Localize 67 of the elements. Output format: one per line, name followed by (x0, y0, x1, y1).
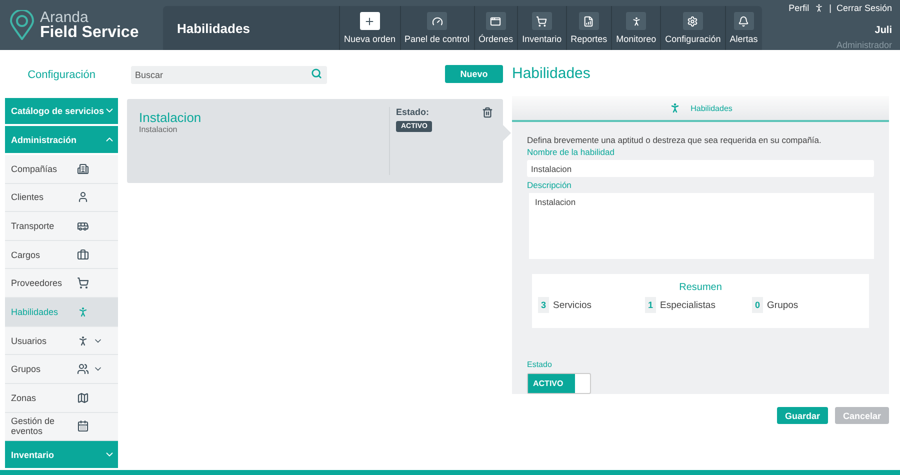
logo-text: Aranda (40, 10, 88, 24)
count-label: Grupos (767, 300, 798, 310)
search-icon (311, 68, 322, 79)
description-textarea[interactable]: Instalacion (529, 193, 874, 259)
nav-item[interactable]: Órdenes (474, 6, 518, 50)
user-name: Juli (874, 25, 892, 36)
sidebar-item[interactable]: Proveedores (5, 269, 118, 298)
separator: | (829, 3, 832, 13)
count-value: 1 (645, 297, 656, 313)
person-icon (77, 334, 89, 347)
sidebar-item[interactable]: Compañías (5, 154, 118, 184)
count-value: 0 (752, 297, 764, 313)
nav-item[interactable]: Inventario (517, 6, 566, 50)
bus-icon (77, 220, 89, 232)
sidebar-item[interactable]: Grupos (5, 355, 118, 384)
nav-item[interactable]: Monitoreo (611, 6, 660, 50)
trash-icon[interactable] (482, 107, 493, 118)
field-label: Estado (527, 360, 553, 369)
people-icon (77, 363, 89, 376)
logout-link[interactable]: Cerrar Sesión (836, 3, 892, 13)
section-heading: Habilidades (512, 64, 592, 84)
logo-icon (10, 10, 34, 40)
count-label: Especialistas (660, 300, 716, 310)
sidebar-item[interactable]: Clientes (5, 184, 118, 212)
calendar-icon (77, 420, 89, 432)
logo-text: Field Service (40, 24, 139, 40)
briefcase-icon (77, 248, 89, 261)
sidebar-item[interactable]: Transporte (5, 212, 118, 241)
user-role: Administrador (836, 40, 892, 50)
card-title: Instalacion (139, 110, 202, 125)
intro-text: Defina brevemente una aptitud o destreza que sea requerida en su compañía. (527, 135, 822, 145)
count-label: Servicios (553, 300, 592, 310)
gauge-icon (432, 16, 443, 26)
settings-icon (687, 16, 698, 26)
status-label: Estado: (396, 107, 430, 117)
search-field[interactable]: Buscar (131, 66, 327, 84)
person-icon (630, 16, 642, 26)
page-title: Habilidades (176, 20, 251, 36)
name-input[interactable]: Instalacion (527, 160, 874, 177)
sidebar-item[interactable]: Zonas (5, 384, 118, 413)
map-icon (77, 392, 89, 404)
sidebar-item[interactable]: Usuarios (5, 326, 118, 356)
nav-item[interactable]: Configuración (660, 6, 725, 50)
profile-link[interactable]: Perfil (788, 3, 810, 13)
bell-icon (738, 16, 750, 26)
sidebar-item[interactable]: Gestión de eventos (5, 412, 118, 442)
user-icon (77, 191, 89, 204)
field-label: Nombre de la habilidad (527, 147, 616, 157)
report-icon (583, 16, 594, 26)
nav-item[interactable]: Panel de control (400, 6, 474, 50)
cart-icon (77, 277, 89, 290)
summary-title: Resumen (679, 282, 722, 293)
cart-icon (536, 16, 548, 26)
sidebar-item[interactable]: Cargos (5, 240, 118, 270)
count-value: 3 (538, 297, 550, 313)
building-icon (77, 162, 89, 175)
nav-item[interactable]: Alertas (724, 6, 762, 50)
nav-item[interactable]: Reportes (566, 6, 612, 50)
field-label: Descripción (527, 180, 572, 190)
person-icon (77, 306, 89, 318)
card-subtitle: Instalacion (139, 125, 178, 134)
sidebar-title: Configuración (26, 68, 96, 83)
person-icon (668, 102, 681, 114)
window-icon (490, 16, 502, 26)
plus-icon (364, 16, 376, 26)
nav-item[interactable]: Nueva orden (338, 6, 400, 50)
person-icon (814, 3, 824, 13)
